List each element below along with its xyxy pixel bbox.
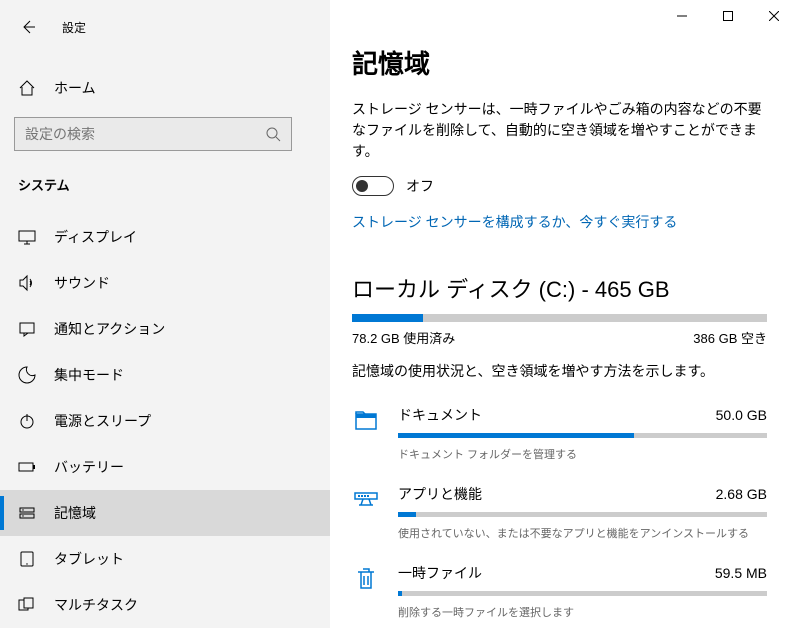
home-button[interactable]: ホーム: [0, 71, 330, 105]
sidebar-item-label: バッテリー: [54, 457, 124, 477]
sidebar-item-storage[interactable]: 記憶域: [0, 490, 330, 536]
sidebar-item-label: タブレット: [54, 549, 124, 569]
category-bar: [398, 591, 767, 596]
category-hint: 削除する一時ファイルを選択します: [398, 604, 767, 620]
disk-usage-hint: 記憶域の使用状況と、空き領域を増やす方法を示します。: [352, 361, 767, 381]
storage-sense-description: ストレージ センサーは、一時ファイルやごみ箱の内容などの不要なファイルを削除して…: [352, 99, 767, 162]
sidebar-item-notifications[interactable]: 通知とアクション: [0, 306, 330, 352]
disk-heading: ローカル ディスク (C:) - 465 GB: [352, 272, 767, 304]
close-button[interactable]: [751, 0, 797, 32]
storage-icon: [18, 504, 36, 522]
battery-icon: [18, 458, 36, 476]
category-hint: ドキュメント フォルダーを管理する: [398, 446, 767, 462]
disk-free-text: 386 GB 空き: [693, 328, 767, 347]
configure-storage-sense-link[interactable]: ストレージ センサーを構成するか、今すぐ実行する: [352, 212, 677, 232]
maximize-button[interactable]: [705, 0, 751, 32]
search-input-wrap[interactable]: [14, 117, 292, 151]
storage-sense-toggle[interactable]: [352, 176, 394, 196]
document-icon: [352, 407, 380, 435]
sidebar-item-power[interactable]: 電源とスリープ: [0, 398, 330, 444]
window-title: 設定: [62, 19, 86, 36]
storage-category-trash[interactable]: 一時ファイル 59.5 MB 削除する一時ファイルを選択します: [352, 553, 767, 628]
search-icon: [265, 126, 281, 142]
toggle-label: オフ: [406, 176, 434, 196]
focus-icon: [18, 366, 36, 384]
page-title: 記憶域: [352, 44, 767, 81]
sidebar-item-multitask[interactable]: マルチタスク: [0, 582, 330, 628]
sidebar-item-label: 記憶域: [54, 503, 96, 523]
category-bar: [398, 512, 767, 517]
category-size: 2.68 GB: [716, 486, 767, 502]
display-icon: [18, 228, 36, 246]
sidebar-item-label: 通知とアクション: [54, 319, 165, 339]
category-name: ドキュメント: [398, 405, 482, 425]
multitask-icon: [18, 596, 36, 614]
sidebar-item-sound[interactable]: サウンド: [0, 260, 330, 306]
disk-used-text: 78.2 GB 使用済み: [352, 328, 455, 347]
sidebar-item-display[interactable]: ディスプレイ: [0, 214, 330, 260]
category-name: 一時ファイル: [398, 563, 482, 583]
category-size: 50.0 GB: [716, 407, 767, 423]
category-label: システム: [0, 175, 330, 194]
sidebar-item-tablet[interactable]: タブレット: [0, 536, 330, 582]
storage-category-document[interactable]: ドキュメント 50.0 GB ドキュメント フォルダーを管理する: [352, 395, 767, 474]
search-input[interactable]: [25, 126, 265, 142]
tablet-icon: [18, 550, 36, 568]
power-icon: [18, 412, 36, 430]
category-bar: [398, 433, 767, 438]
trash-icon: [352, 565, 380, 593]
minimize-button[interactable]: [659, 0, 705, 32]
sidebar-item-label: 電源とスリープ: [54, 411, 151, 431]
category-name: アプリと機能: [398, 484, 482, 504]
category-hint: 使用されていない、または不要なアプリと機能をアンインストールする: [398, 525, 767, 541]
sidebar-item-label: ディスプレイ: [54, 227, 137, 247]
home-icon: [18, 79, 36, 97]
sidebar-item-label: マルチタスク: [54, 595, 138, 615]
storage-category-apps[interactable]: アプリと機能 2.68 GB 使用されていない、または不要なアプリと機能をアンインス…: [352, 474, 767, 553]
apps-icon: [352, 486, 380, 514]
disk-usage-bar: [352, 314, 767, 322]
sidebar-item-label: サウンド: [54, 273, 110, 293]
sidebar-item-label: 集中モード: [54, 365, 124, 385]
notifications-icon: [18, 320, 36, 338]
back-button[interactable]: [18, 17, 38, 37]
home-label: ホーム: [54, 78, 96, 98]
sound-icon: [18, 274, 36, 292]
sidebar-item-battery[interactable]: バッテリー: [0, 444, 330, 490]
category-size: 59.5 MB: [715, 565, 767, 581]
sidebar-item-focus[interactable]: 集中モード: [0, 352, 330, 398]
